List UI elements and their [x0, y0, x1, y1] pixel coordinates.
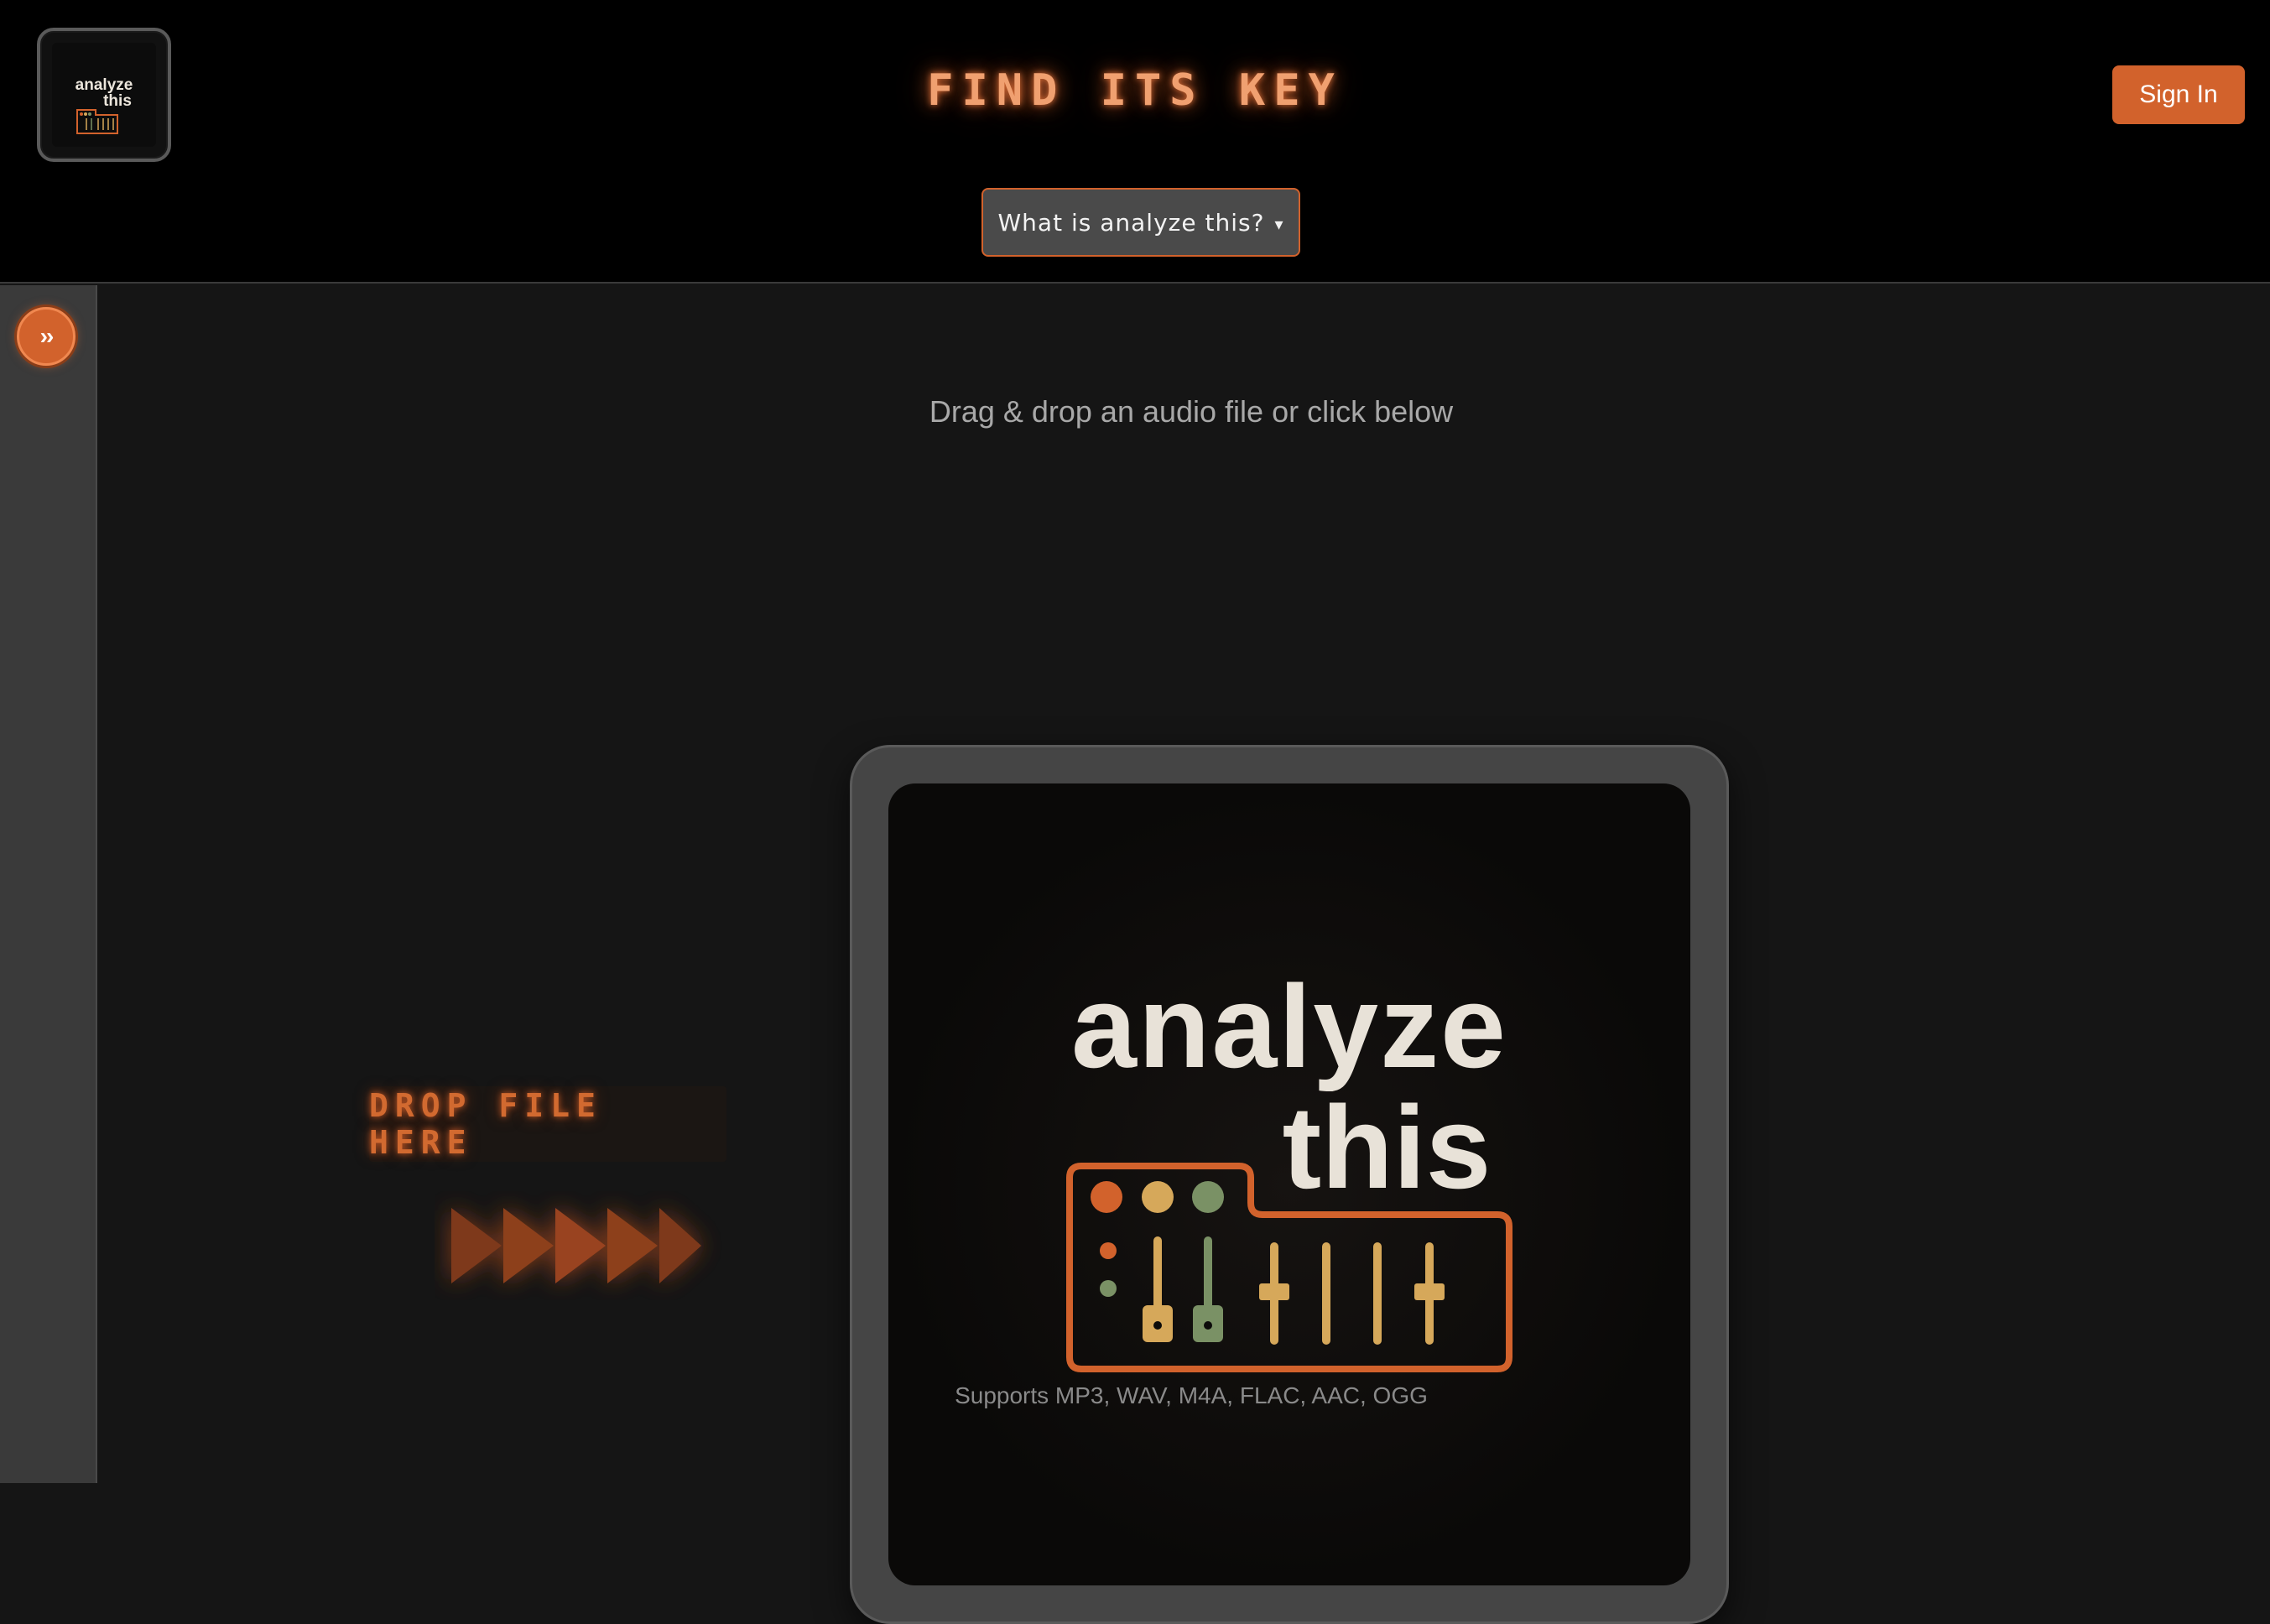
knob-orange [1091, 1181, 1122, 1213]
dropzone-inner[interactable]: analyze this [888, 783, 1690, 1585]
sign-in-button[interactable]: Sign In [2112, 65, 2245, 124]
page-title: FIND ITS KEY [927, 65, 1343, 116]
main-content: Drag & drop an audio file or click below… [99, 285, 2270, 1624]
top-header: analyze this FIND ITS KEY Sign In What i… [0, 0, 2270, 284]
file-dropzone[interactable]: analyze this [850, 745, 1729, 1624]
about-dropdown[interactable]: What is analyze this? ▾ [981, 188, 1300, 257]
knob-yellow [1142, 1181, 1174, 1213]
drop-file-label: DROP FILE HERE [369, 1086, 726, 1162]
double-chevron-right-icon: ›› [39, 323, 55, 349]
knob-green [1192, 1181, 1224, 1213]
logo-text-analyze: analyze [1071, 960, 1507, 1092]
supported-formats-text: Supports MP3, WAV, M4A, FLAC, AAC, OGG [955, 1382, 1428, 1408]
about-dropdown-label: What is analyze this? [997, 208, 1265, 237]
logo-text-this: this [1283, 1081, 1492, 1213]
arrows-right-icon [451, 1208, 701, 1283]
chevron-down-icon: ▾ [1274, 214, 1284, 234]
sidebar-expand-button[interactable]: ›› [17, 307, 75, 366]
upload-hint: Drag & drop an audio file or click below [929, 394, 1454, 429]
sidebar: ›› [0, 285, 97, 1483]
analyze-this-logo: analyze this [1066, 960, 1512, 1372]
